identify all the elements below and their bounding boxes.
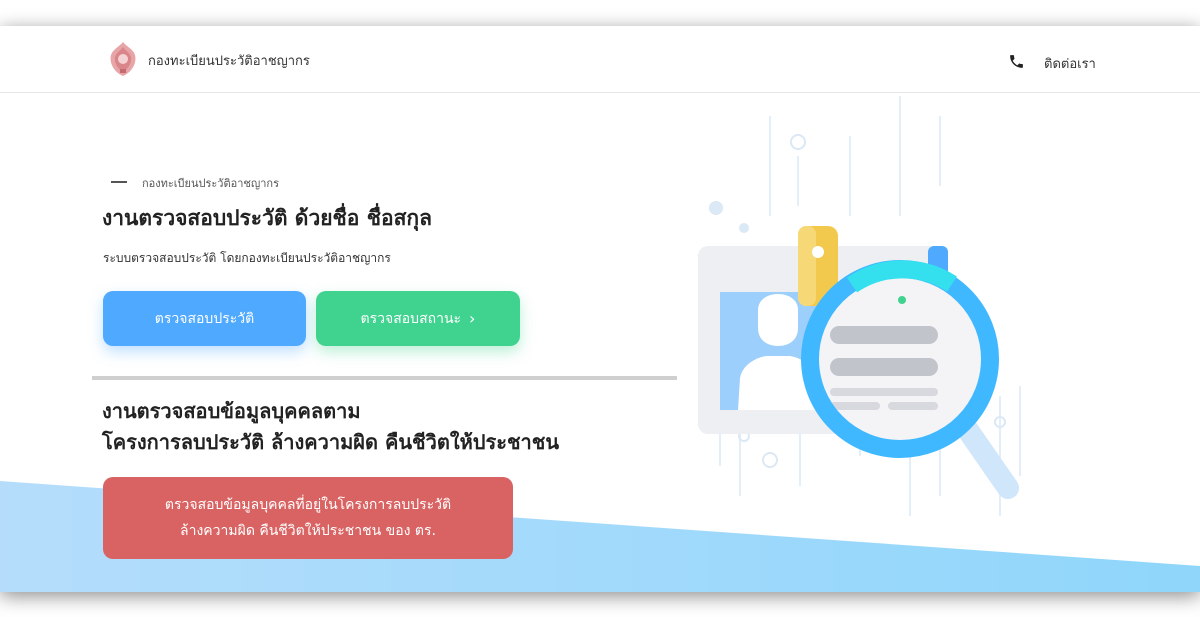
eyebrow-dash [111, 181, 127, 183]
check-status-button[interactable]: ตรวจสอบสถานะ › [316, 291, 520, 346]
police-emblem-logo[interactable] [108, 41, 138, 77]
check-project-line-1: ตรวจสอบข้อมูลบุคคลที่อยู่ในโครงการลบประว… [164, 497, 452, 513]
check-history-label: ตรวจสอบประวัติ [154, 310, 255, 327]
eyebrow-text: กองทะเบียนประวัติอาชญากร [142, 177, 279, 190]
brand-name[interactable]: กองทะเบียนประวัติอาชญากร [148, 50, 310, 71]
section-title-line-1: งานตรวจสอบข้อมูลบุคคลตาม [102, 399, 361, 423]
section-title-line-2: โครงการลบประวัติ ล้างความผิด คืนชีวิตให้… [102, 430, 559, 454]
check-project-person-button[interactable]: ตรวจสอบข้อมูลบุคคลที่อยู่ในโครงการลบประว… [103, 477, 513, 559]
chevron-right-icon: › [469, 309, 476, 328]
contact-link[interactable]: ติดต่อเรา [1044, 53, 1096, 74]
browser-window: กองทะเบียนประวัติอาชญากร ติดต่อเรา กองทะ… [0, 26, 1200, 592]
phone-icon[interactable] [1008, 53, 1025, 70]
check-project-line-2: ล้างความผิด คืนชีวิตให้ประชาชน ของ ตร. [180, 523, 436, 539]
check-history-button[interactable]: ตรวจสอบประวัติ [103, 291, 306, 346]
page-subtitle: ระบบตรวจสอบประวัติ โดยกองทะเบียนประวัติอ… [103, 251, 391, 265]
hero-content: กองทะเบียนประวัติอาชญากร งานตรวจสอบประวั… [0, 26, 1200, 592]
section-title: งานตรวจสอบข้อมูลบุคคลตาม โครงการลบประวัต… [102, 396, 559, 458]
check-status-label: ตรวจสอบสถานะ [360, 310, 462, 327]
page-title: งานตรวจสอบประวัติ ด้วยชื่อ ชื่อสกุล [102, 206, 432, 230]
top-header: กองทะเบียนประวัติอาชญากร ติดต่อเรา [0, 26, 1200, 93]
section-divider [92, 376, 677, 380]
